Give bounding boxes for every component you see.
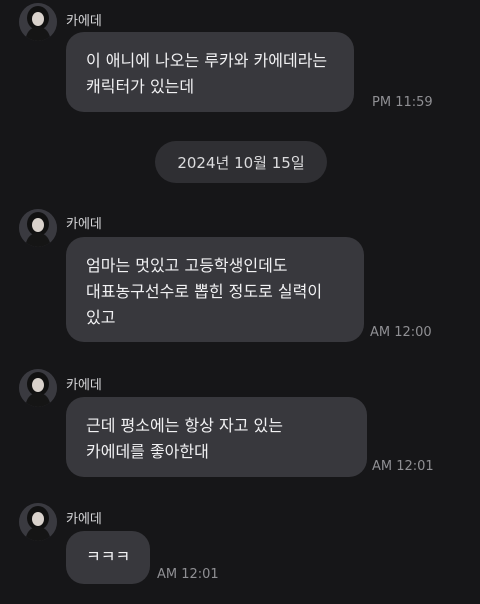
message-text: ㅋㅋㅋ	[86, 547, 131, 566]
message-text: 이 애니에 나오는 루카와 카에데라는	[86, 51, 328, 70]
message-bubble[interactable]: 이 애니에 나오는 루카와 카에데라는 캐릭터가 있는데	[66, 32, 354, 112]
avatar[interactable]	[19, 369, 57, 407]
profile-avatar-icon	[19, 209, 57, 247]
profile-avatar-icon	[19, 503, 57, 541]
avatar[interactable]	[19, 503, 57, 541]
sender-name: 카에데	[66, 217, 102, 232]
sender-name: 카에데	[66, 512, 102, 527]
profile-avatar-icon	[19, 3, 57, 41]
avatar[interactable]	[19, 209, 57, 247]
message-bubble[interactable]: 엄마는 멋있고 고등학생인데도 대표농구선수로 뽑힌 정도로 실력이 있고	[66, 237, 364, 342]
message-bubble[interactable]: 근데 평소에는 항상 자고 있는 카에데를 좋아한대	[66, 397, 367, 477]
timestamp: AM 12:00	[370, 325, 432, 340]
profile-avatar-icon	[19, 369, 57, 407]
date-separator: 2024년 10월 15일	[155, 141, 327, 183]
sender-name: 카에데	[66, 378, 102, 393]
sender-name: 카에데	[66, 14, 102, 29]
timestamp: AM 12:01	[372, 459, 434, 474]
timestamp: PM 11:59	[372, 95, 433, 110]
message-text: 엄마는 멋있고 고등학생인데도	[86, 256, 288, 275]
message-text: 대표농구선수로 뽑힌 정도로 실력이	[86, 282, 323, 301]
message-text: 카에데를 좋아한대	[86, 442, 209, 461]
avatar[interactable]	[19, 3, 57, 41]
timestamp: AM 12:01	[157, 567, 219, 582]
message-bubble[interactable]: ㅋㅋㅋ	[66, 531, 150, 584]
message-text: 근데 평소에는 항상 자고 있는	[86, 416, 283, 435]
message-text: 캐릭터가 있는데	[86, 77, 195, 96]
message-text: 있고	[86, 308, 116, 327]
